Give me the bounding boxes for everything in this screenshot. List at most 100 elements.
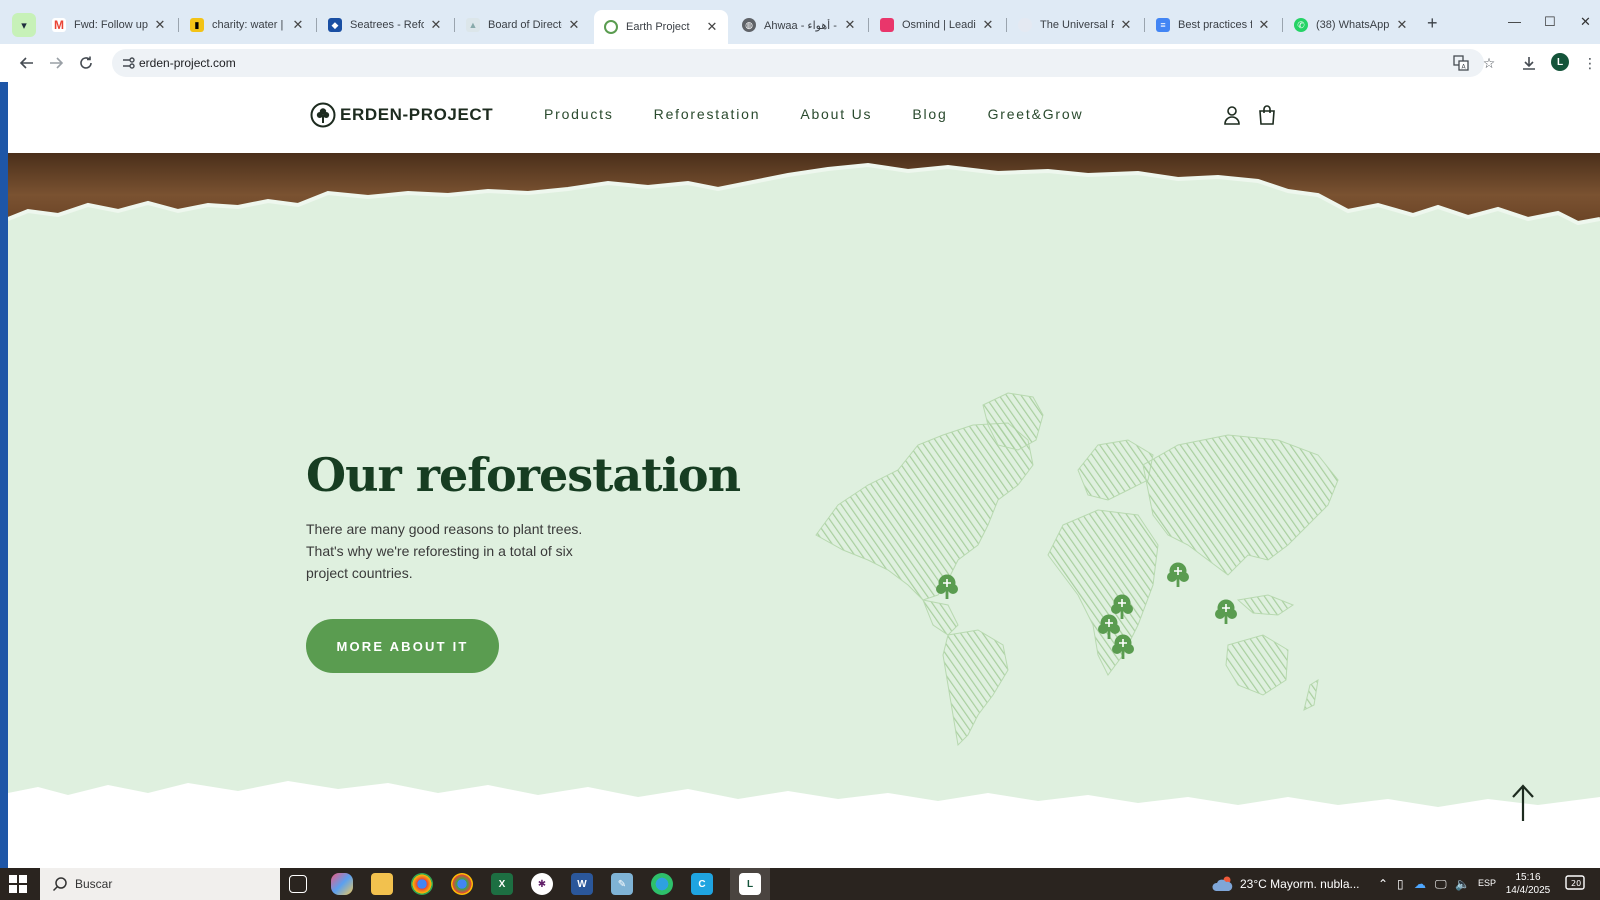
site-info-icon[interactable] <box>120 55 136 71</box>
tab-close-icon[interactable]: ✕ <box>1394 17 1410 33</box>
word-icon[interactable]: W <box>571 873 593 895</box>
onedrive-cloud-icon[interactable]: ☁ <box>1414 877 1426 891</box>
tab-search-dropdown-icon[interactable]: ▾ <box>12 13 36 37</box>
notifications-badge[interactable]: 20 <box>1565 875 1587 893</box>
new-tab-button[interactable]: + <box>1427 13 1438 34</box>
chrome-profile-l-icon[interactable]: L <box>739 873 761 895</box>
slack-icon[interactable]: ✱ <box>531 873 553 895</box>
north-america-shape <box>815 422 1034 601</box>
network-icon[interactable]: 🖵 <box>1435 877 1447 892</box>
reload-button[interactable] <box>76 53 96 73</box>
browser-tab-strip: ▾ M Fwd: Follow up: Pr ✕ ▮ charity: wate… <box>0 0 1600 48</box>
taskbar-search-box[interactable]: Buscar <box>40 868 280 900</box>
address-bar[interactable]: erden-project.com <box>112 49 1484 77</box>
tab-close-icon[interactable]: ✕ <box>1118 17 1134 33</box>
browser-toolbar: erden-project.com A ☆ L ⋮ <box>0 44 1600 82</box>
tab-title: Ahwaa - أهواء - Ar <box>764 19 838 32</box>
tab-ahwaa[interactable]: ◍ Ahwaa - أهواء - Ar ✕ <box>732 12 866 38</box>
back-to-top-arrow-icon[interactable] <box>1508 783 1538 823</box>
nav-about-us[interactable]: About Us <box>800 106 872 122</box>
clock[interactable]: 15:16 14/4/2025 <box>1505 871 1551 897</box>
site-logo[interactable]: ERDEN-PROJECT <box>310 102 493 128</box>
tab-title: The Universal Pea <box>1040 19 1114 31</box>
google-docs-icon: ≡ <box>1156 18 1170 32</box>
tab-seatrees[interactable]: ◆ Seatrees - Refores ✕ <box>318 12 452 38</box>
tab-title: Board of Director <box>488 19 562 31</box>
nav-products[interactable]: Products <box>544 106 614 122</box>
project-marker[interactable] <box>1215 599 1237 625</box>
search-icon <box>52 877 67 892</box>
nav-greet-grow[interactable]: Greet&Grow <box>988 106 1084 122</box>
forward-button[interactable] <box>46 53 66 73</box>
page-viewport: ERDEN-PROJECT Products Reforestation Abo… <box>8 82 1600 868</box>
project-marker[interactable] <box>1167 562 1189 588</box>
tab-close-icon[interactable]: ✕ <box>1256 17 1272 33</box>
volume-icon[interactable]: 🔈 <box>1455 877 1470 891</box>
tab-close-icon[interactable]: ✕ <box>704 19 720 35</box>
tab-close-icon[interactable]: ✕ <box>152 17 168 33</box>
back-button[interactable] <box>17 53 37 73</box>
copilot-icon[interactable] <box>331 873 353 895</box>
file-explorer-icon[interactable] <box>371 873 393 895</box>
shopping-bag-icon[interactable] <box>1256 104 1278 126</box>
profile-avatar[interactable]: L <box>1551 53 1569 71</box>
tab-universal-peace[interactable]: The Universal Pea ✕ <box>1008 12 1142 38</box>
new-zealand-shape <box>1303 678 1319 711</box>
back-arrow-icon <box>19 57 33 69</box>
language-indicator[interactable]: ESP <box>1478 878 1496 888</box>
tab-whatsapp[interactable]: ✆ (38) WhatsApp ✕ <box>1284 12 1418 38</box>
windows-start-icon[interactable] <box>9 875 27 893</box>
notepad-icon[interactable]: ✎ <box>611 873 633 895</box>
bookmark-star-icon[interactable]: ☆ <box>1479 53 1499 73</box>
excel-icon[interactable]: X <box>491 873 513 895</box>
weather-text: 23°C Mayorm. nubla... <box>1240 877 1360 891</box>
account-user-icon[interactable] <box>1221 104 1243 126</box>
tab-close-icon[interactable]: ✕ <box>980 17 996 33</box>
download-icon[interactable] <box>1519 53 1539 73</box>
tab-title: charity: water | He <box>212 19 286 31</box>
weather-widget[interactable]: 23°C Mayorm. nubla... <box>1212 868 1360 900</box>
world-map-illustration <box>815 392 1339 747</box>
hero-description: There are many good reasons to plant tre… <box>306 521 583 581</box>
tab-title: (38) WhatsApp <box>1316 19 1390 31</box>
whatsapp-icon: ✆ <box>1294 18 1308 32</box>
tab-close-icon[interactable]: ✕ <box>428 17 444 33</box>
tab-best-practices[interactable]: ≡ Best practices for ✕ <box>1146 12 1280 38</box>
menu-kebab-icon[interactable]: ⋮ <box>1580 53 1600 73</box>
cloud-weather-icon <box>1212 876 1233 891</box>
clipchamp-icon[interactable]: C <box>691 873 713 895</box>
tab-close-icon[interactable]: ✕ <box>842 17 858 33</box>
tab-charity-water[interactable]: ▮ charity: water | He ✕ <box>180 12 314 38</box>
maximize-button[interactable]: ☐ <box>1544 14 1556 30</box>
tab-board-of-directors[interactable]: ▲ Board of Director ✕ <box>456 12 590 38</box>
minimize-button[interactable]: — <box>1508 14 1521 29</box>
tray-battery-icon[interactable]: ▯ <box>1397 877 1404 891</box>
url-text[interactable]: erden-project.com <box>139 56 236 70</box>
notification-bubble-icon: 20 <box>1565 875 1585 890</box>
task-view-icon[interactable] <box>289 875 307 893</box>
tab-close-icon[interactable]: ✕ <box>290 17 306 33</box>
edge-icon[interactable] <box>651 873 673 895</box>
gmail-icon: M <box>52 18 66 32</box>
tree-circle-logo-icon <box>310 102 336 128</box>
nav-reforestation[interactable]: Reforestation <box>654 106 761 122</box>
nav-blog[interactable]: Blog <box>912 106 947 122</box>
tab-earth-project[interactable]: Earth Project ✕ <box>594 10 728 48</box>
main-nav: Products Reforestation About Us Blog Gre… <box>544 106 1123 122</box>
tab-osmind[interactable]: Osmind | Leading ✕ <box>870 12 1004 38</box>
tab-close-icon[interactable]: ✕ <box>566 17 582 33</box>
clock-time: 15:16 <box>1515 872 1541 883</box>
translate-icon[interactable]: A <box>1451 53 1471 73</box>
chrome-profile-icon[interactable] <box>451 873 473 895</box>
logo-text: ERDEN-PROJECT <box>340 105 494 124</box>
chrome-icon[interactable] <box>411 873 433 895</box>
charity-water-icon: ▮ <box>190 18 204 32</box>
south-america-shape <box>942 629 1009 747</box>
more-about-it-button[interactable]: MORE ABOUT IT <box>306 619 499 673</box>
forward-arrow-icon <box>50 57 64 69</box>
tray-chevron-up-icon[interactable]: ⌃ <box>1378 877 1388 891</box>
tab-gmail[interactable]: M Fwd: Follow up: Pr ✕ <box>42 12 176 38</box>
africa-shape <box>1047 509 1159 676</box>
hero-title: Our reforestation <box>306 448 741 502</box>
close-window-button[interactable]: ✕ <box>1580 14 1591 30</box>
